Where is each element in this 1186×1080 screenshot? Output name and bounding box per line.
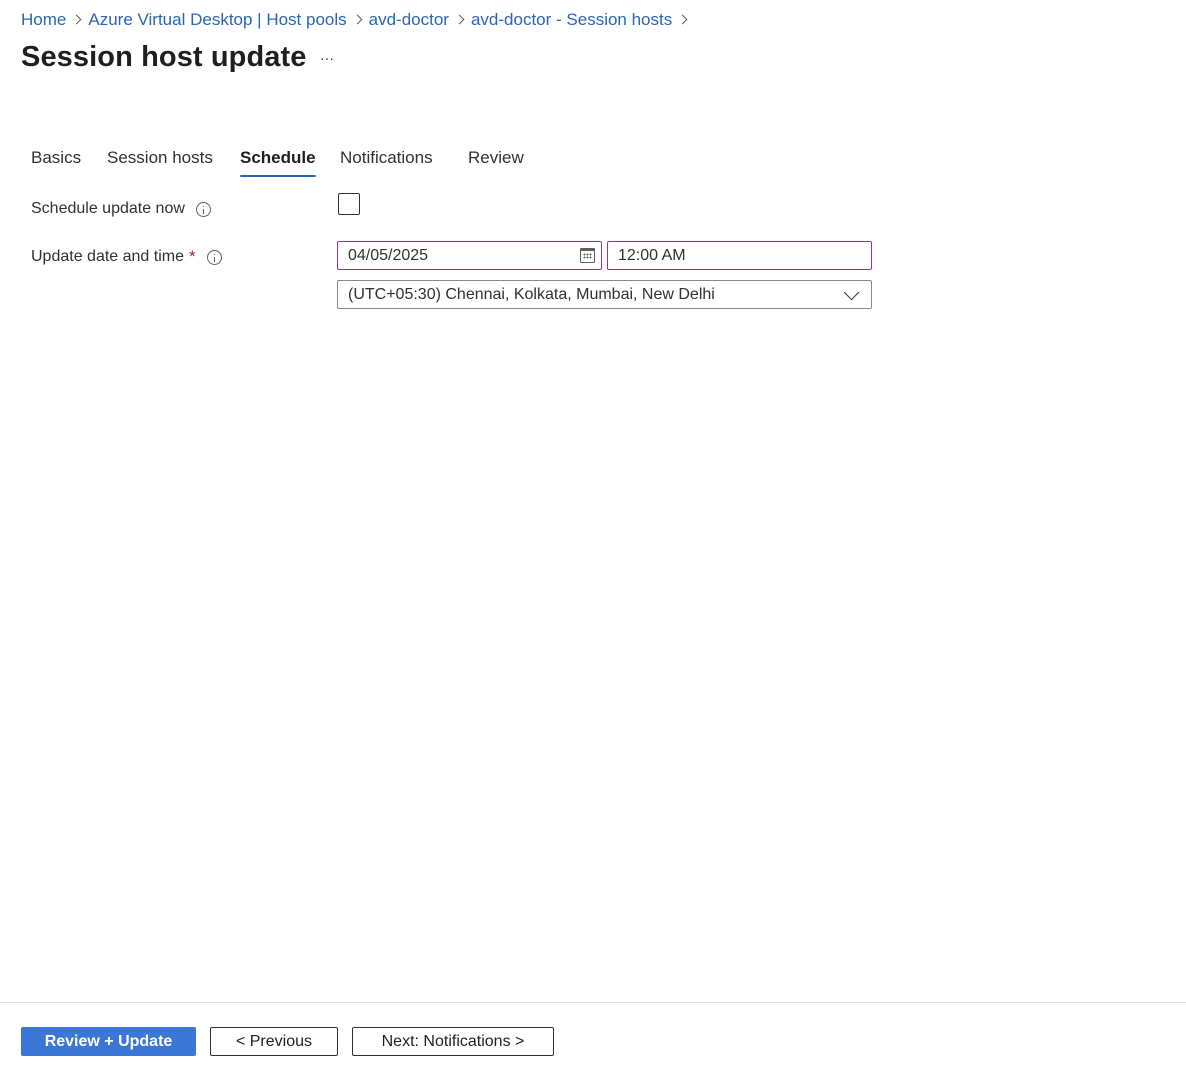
previous-button[interactable]: < Previous <box>210 1027 338 1056</box>
time-value: 12:00 AM <box>618 246 686 264</box>
date-input[interactable]: 04/05/2025 <box>337 241 602 270</box>
schedule-now-label: Schedule update now <box>31 200 185 217</box>
schedule-now-label-group: Schedule update now <box>31 198 211 220</box>
info-icon[interactable] <box>206 249 222 265</box>
info-icon[interactable] <box>195 201 211 217</box>
chevron-right-icon <box>347 8 369 32</box>
next-notifications-button[interactable]: Next: Notifications > <box>352 1027 554 1056</box>
breadcrumb-home[interactable]: Home <box>21 10 66 30</box>
chevron-right-icon <box>449 8 471 32</box>
chevron-down-icon <box>843 284 860 301</box>
breadcrumb-host-pools[interactable]: Azure Virtual Desktop | Host pools <box>88 10 346 30</box>
schedule-now-checkbox[interactable] <box>338 193 360 215</box>
tab-notifications[interactable]: Notifications <box>340 146 433 178</box>
breadcrumb-avd-doctor[interactable]: avd-doctor <box>369 10 449 30</box>
session-host-update-page: Home Azure Virtual Desktop | Host pools … <box>0 0 1186 1080</box>
breadcrumb-session-hosts[interactable]: avd-doctor - Session hosts <box>471 10 672 30</box>
footer-divider <box>0 1002 1186 1003</box>
timezone-value: (UTC+05:30) Chennai, Kolkata, Mumbai, Ne… <box>348 285 715 303</box>
chevron-right-icon <box>672 8 694 32</box>
time-input[interactable]: 12:00 AM <box>607 241 872 270</box>
page-title: Session host update <box>21 41 307 73</box>
tab-schedule[interactable]: Schedule <box>240 146 316 178</box>
update-datetime-label: Update date and time <box>31 248 184 265</box>
timezone-dropdown[interactable]: (UTC+05:30) Chennai, Kolkata, Mumbai, Ne… <box>337 280 872 309</box>
tab-session-hosts[interactable]: Session hosts <box>107 146 213 178</box>
review-update-button[interactable]: Review + Update <box>21 1027 196 1056</box>
tab-basics[interactable]: Basics <box>31 146 81 178</box>
tab-review[interactable]: Review <box>468 146 524 178</box>
calendar-icon[interactable] <box>580 248 595 263</box>
more-options-button[interactable]: ··· <box>316 50 338 70</box>
breadcrumb: Home Azure Virtual Desktop | Host pools … <box>21 8 694 32</box>
date-value: 04/05/2025 <box>348 246 429 264</box>
chevron-right-icon <box>66 8 88 32</box>
update-datetime-label-group: Update date and time * <box>31 246 222 268</box>
required-asterisk: * <box>189 247 196 266</box>
